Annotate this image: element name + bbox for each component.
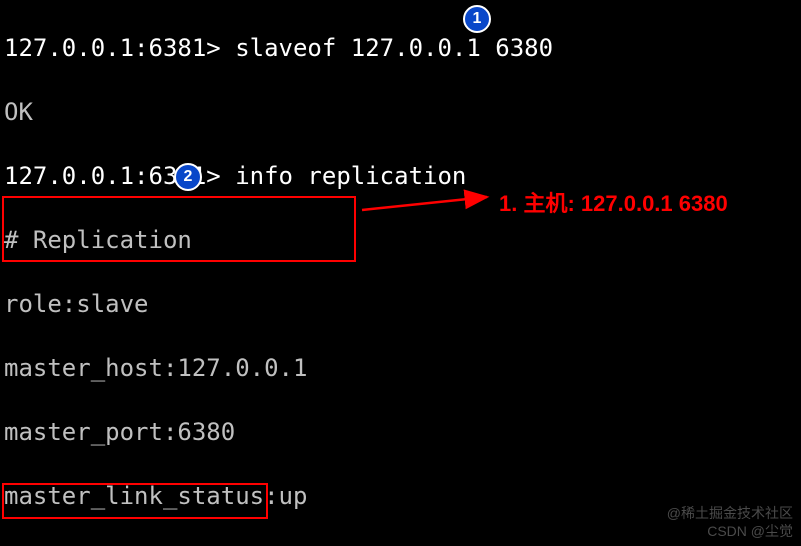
cmd-1: slaveof 127.0.0.1 6380	[235, 34, 553, 62]
watermark-line-2: CSDN @尘觉	[667, 522, 793, 540]
annotation-callout-text: 1. 主机: 127.0.0.1 6380	[499, 188, 728, 220]
master-port-line: master_port:6380	[4, 416, 553, 448]
terminal-output: 127.0.0.1:6381> slaveof 127.0.0.1 6380 O…	[4, 0, 553, 546]
watermark: @稀土掘金技术社区 CSDN @尘觉	[667, 504, 793, 540]
annotation-badge-1: 1	[463, 5, 491, 33]
role-line: role:slave	[4, 288, 553, 320]
cmd-line-2: 127.0.0.1:6381> info replication	[4, 160, 553, 192]
cmd-2: info replication	[235, 162, 466, 190]
response-ok: OK	[4, 96, 553, 128]
master-link-status-line: master_link_status:up	[4, 480, 553, 512]
annotation-badge-2: 2	[174, 163, 202, 191]
prompt-1: 127.0.0.1:6381>	[4, 34, 235, 62]
replication-header: # Replication	[4, 224, 553, 256]
master-host-line: master_host:127.0.0.1	[4, 352, 553, 384]
cmd-line-1: 127.0.0.1:6381> slaveof 127.0.0.1 6380	[4, 32, 553, 64]
watermark-line-1: @稀土掘金技术社区	[667, 504, 793, 522]
